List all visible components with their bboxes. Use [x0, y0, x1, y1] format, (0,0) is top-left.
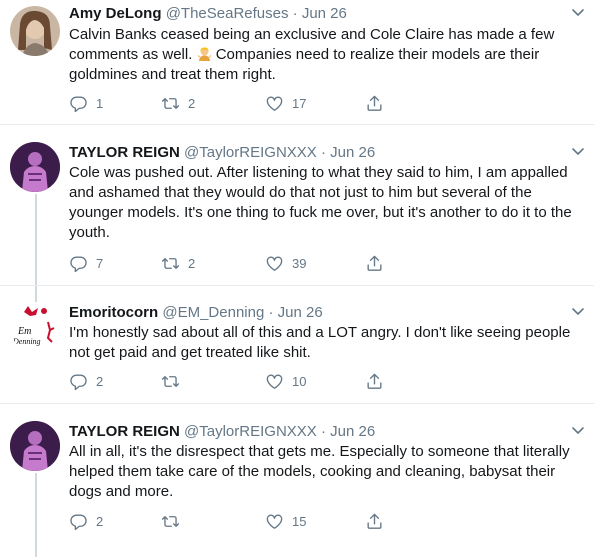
- tweet-text: Calvin Banks ceased being an exclusive a…: [69, 25, 578, 85]
- reply-count: 2: [96, 373, 104, 389]
- like-button[interactable]: 17: [265, 92, 306, 114]
- share-button[interactable]: [365, 510, 384, 532]
- text-line: and ashamed that they would do that not …: [69, 184, 532, 201]
- text-line: Calvin Banks ceased being an exclusive a…: [69, 26, 555, 43]
- reply-icon: [70, 513, 87, 530]
- tweet[interactable]: Em Denning Emoritocorn @EM_Denning · Jun…: [0, 298, 594, 398]
- action-bar: 2 10: [69, 370, 399, 392]
- separator: [0, 403, 594, 404]
- share-icon: [367, 95, 382, 111]
- reply-button[interactable]: 7: [69, 252, 103, 274]
- tweet-header: Amy DeLong @TheSeaRefuses · Jun 26: [69, 4, 347, 24]
- tweet[interactable]: TAYLOR REIGN @TaylorREIGNXXX · Jun 26 Co…: [0, 138, 594, 326]
- reply-count: 1: [96, 95, 104, 111]
- text-segment: comments as well.: [69, 46, 193, 63]
- tweet-header: TAYLOR REIGN @TaylorREIGNXXX · Jun 26: [69, 143, 375, 163]
- reply-button[interactable]: 1: [69, 92, 103, 114]
- retweet-button[interactable]: 2: [161, 92, 195, 114]
- reply-button[interactable]: 2: [69, 370, 103, 392]
- display-name[interactable]: Emoritocorn: [69, 304, 158, 321]
- reply-icon: [70, 255, 87, 272]
- woman-shrugging-emoji: [196, 47, 212, 61]
- share-button[interactable]: [365, 252, 384, 274]
- timestamp[interactable]: · Jun 26: [321, 423, 375, 440]
- avatar[interactable]: [10, 421, 60, 471]
- text-line: I'm honestly sad about all of this and a…: [69, 324, 571, 341]
- timestamp[interactable]: · Jun 26: [268, 304, 322, 321]
- avatar[interactable]: [10, 6, 60, 56]
- thread-line: [35, 473, 37, 557]
- tweet[interactable]: TAYLOR REIGN @TaylorREIGNXXX · Jun 26 Al…: [0, 417, 594, 557]
- retweet-icon: [161, 375, 180, 387]
- retweet-button[interactable]: [161, 370, 188, 392]
- svg-text:Denning: Denning: [12, 337, 41, 346]
- text-line: not get paid and get treated like shit.: [69, 344, 311, 361]
- like-button[interactable]: 39: [265, 252, 306, 274]
- action-bar: 1 2 17: [69, 92, 399, 114]
- retweet-icon: [161, 257, 180, 269]
- separator: [0, 285, 594, 286]
- avatar[interactable]: Em Denning: [10, 302, 60, 352]
- text-line: goldmines and treat them right.: [69, 66, 276, 83]
- share-icon: [367, 373, 382, 389]
- reply-icon: [70, 373, 87, 390]
- like-icon: [266, 95, 283, 111]
- text-line: younger models. It's one thing to fuck m…: [69, 204, 572, 221]
- retweet-count: 2: [188, 95, 196, 111]
- separator: [0, 124, 594, 125]
- timestamp[interactable]: · Jun 26: [321, 144, 375, 161]
- like-count: 17: [292, 95, 307, 111]
- handle[interactable]: @TaylorREIGNXXX: [184, 144, 317, 161]
- like-button[interactable]: 15: [265, 510, 306, 532]
- reply-count: 7: [96, 255, 104, 271]
- handle[interactable]: @TheSeaRefuses: [166, 5, 289, 22]
- retweet-count: 2: [188, 255, 196, 271]
- caret-down-icon[interactable]: [568, 420, 588, 440]
- like-count: 39: [292, 255, 307, 271]
- caret-down-icon[interactable]: [568, 141, 588, 161]
- retweet-button[interactable]: 2: [161, 252, 195, 274]
- avatar[interactable]: [10, 142, 60, 192]
- retweet-icon: [161, 97, 180, 109]
- text-line: dogs and more.: [69, 483, 174, 500]
- action-bar: 7 2 39: [69, 252, 399, 274]
- like-count: 10: [292, 373, 307, 389]
- reply-count: 2: [96, 513, 104, 529]
- like-icon: [266, 373, 283, 389]
- tweet-text: Cole was pushed out. After listening to …: [69, 163, 578, 243]
- like-count: 15: [292, 513, 307, 529]
- action-bar: 2 15: [69, 510, 399, 532]
- reply-button[interactable]: 2: [69, 510, 103, 532]
- tweet-header: Emoritocorn @EM_Denning · Jun 26: [69, 303, 323, 323]
- display-name[interactable]: TAYLOR REIGN: [69, 423, 180, 440]
- like-icon: [266, 255, 283, 271]
- caret-down-icon[interactable]: [568, 2, 588, 22]
- like-button[interactable]: 10: [265, 370, 306, 392]
- display-name[interactable]: TAYLOR REIGN: [69, 144, 180, 161]
- display-name[interactable]: Amy DeLong: [69, 5, 162, 22]
- tweet-text: All in all, it's the disrespect that get…: [69, 442, 578, 502]
- retweet-icon: [161, 515, 180, 527]
- handle[interactable]: @TaylorREIGNXXX: [184, 423, 317, 440]
- text-line: helped them take care of the models, coo…: [69, 463, 556, 480]
- retweet-button[interactable]: [161, 510, 188, 532]
- tweet-header: TAYLOR REIGN @TaylorREIGNXXX · Jun 26: [69, 422, 375, 442]
- text-segment: Companies need to realize their models a…: [215, 46, 540, 63]
- tweet[interactable]: Amy DeLong @TheSeaRefuses · Jun 26 Calvi…: [0, 0, 594, 118]
- avatar-text: Em: [17, 326, 31, 337]
- share-icon: [367, 513, 382, 529]
- share-button[interactable]: [365, 92, 384, 114]
- share-icon: [367, 255, 382, 271]
- text-line: All in all, it's the disrespect that get…: [69, 443, 570, 460]
- text-line: youth.: [69, 224, 110, 241]
- tweet-text: I'm honestly sad about all of this and a…: [69, 323, 578, 363]
- timestamp[interactable]: · Jun 26: [293, 5, 347, 22]
- text-line: Cole was pushed out. After listening to …: [69, 164, 568, 181]
- reply-icon: [70, 95, 87, 112]
- text-line: comments as well. Companies need to real…: [69, 45, 578, 65]
- handle[interactable]: @EM_Denning: [162, 304, 264, 321]
- caret-down-icon[interactable]: [568, 301, 588, 321]
- share-button[interactable]: [365, 370, 384, 392]
- like-icon: [266, 513, 283, 529]
